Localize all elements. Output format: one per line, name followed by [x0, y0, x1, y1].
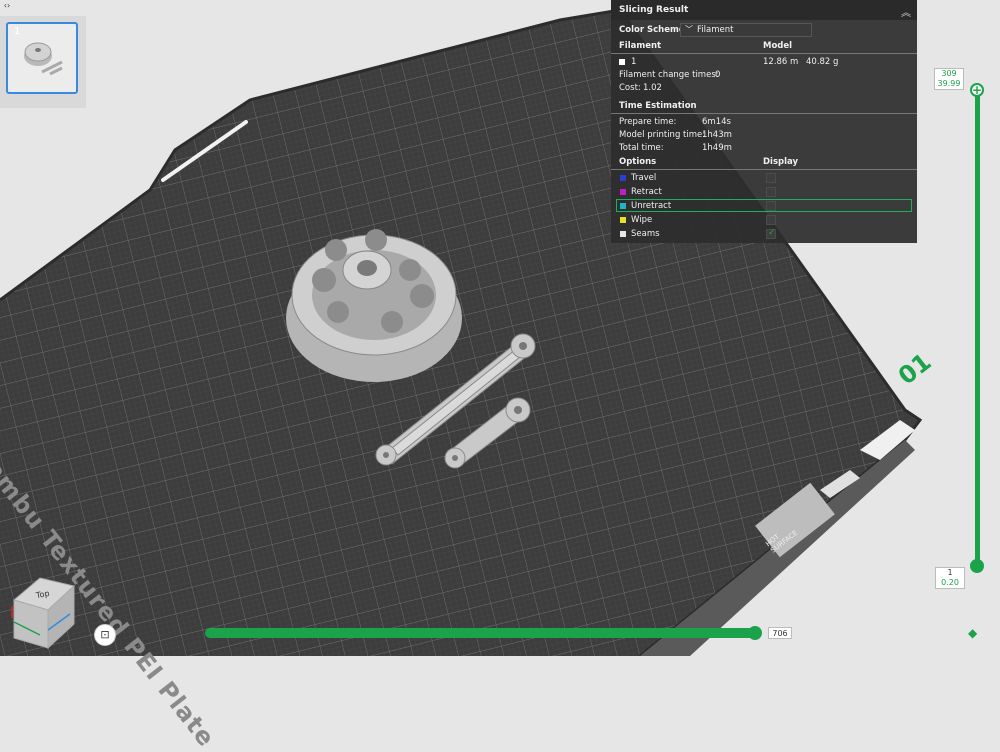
change-times-value: 0 [715, 70, 721, 80]
top-layer-label: 309 39.99 [934, 68, 964, 90]
total-time-label: Total time: [619, 143, 664, 153]
option-retract-checkbox[interactable] [766, 187, 776, 197]
filament-header: Filament [619, 41, 662, 51]
plate-thumbnail[interactable]: 1 [6, 22, 78, 94]
top-layer-number: 309 [941, 69, 957, 78]
divider [611, 53, 917, 54]
layer-slider-track[interactable] [975, 89, 980, 567]
option-travel-checkbox[interactable] [766, 173, 776, 183]
option-unretract-label: Unretract [631, 201, 672, 211]
unretract-color-swatch [620, 203, 626, 209]
bottom-layer-number: 1 [947, 568, 953, 577]
filament-id: 1 [631, 57, 637, 67]
option-wipe-checkbox[interactable] [766, 215, 776, 225]
slicing-result-panel: Slicing Result ︽ Color Scheme ﹀ Filament… [611, 0, 917, 243]
travel-color-swatch [620, 175, 626, 181]
fit-view-icon: ⊡ [100, 628, 110, 641]
display-header: Display [763, 157, 799, 167]
divider [611, 113, 917, 114]
option-retract-label: Retract [631, 187, 662, 197]
layers-icon[interactable]: ◆ [968, 626, 977, 640]
prepare-time-label: Prepare time: [619, 117, 677, 127]
retract-color-swatch [620, 189, 626, 195]
filament-weight: 40.82 g [806, 57, 839, 67]
move-slider-track[interactable] [205, 628, 755, 638]
model-preview-icon [24, 42, 63, 76]
color-scheme-value: Filament [697, 25, 734, 35]
move-slider-handle[interactable] [748, 626, 762, 640]
layer-slider-top-handle[interactable]: + [970, 83, 984, 97]
collapse-panel-icon[interactable]: ︽ [901, 4, 911, 19]
move-slider-value: 706 [768, 627, 792, 639]
checkmark-icon: ✓ [768, 228, 776, 238]
filament-length: 12.86 m [763, 57, 799, 67]
model-header: Model [763, 41, 793, 51]
filament-color-swatch [619, 59, 625, 65]
prepare-time-value: 6m14s [702, 117, 731, 127]
total-time-value: 1h49m [702, 143, 732, 153]
model-time-value: 1h43m [702, 130, 732, 140]
bottom-layer-height: 0.20 [941, 578, 959, 587]
option-unretract-checkbox[interactable] [766, 201, 776, 211]
collapse-sidebar-icon[interactable]: ‹› [1, 1, 13, 11]
top-layer-height: 39.99 [937, 79, 961, 88]
option-travel-label: Travel [631, 173, 657, 183]
wipe-color-swatch [620, 217, 626, 223]
cost-value: 1.02 [643, 83, 662, 93]
option-seams-checkbox[interactable]: ✓ [766, 228, 776, 239]
option-seams-label: Seams [631, 229, 660, 239]
cost-label: Cost: [619, 83, 641, 93]
options-header: Options [619, 157, 657, 167]
time-estimation-header: Time Estimation [619, 101, 697, 111]
color-scheme-label: Color Scheme [619, 25, 685, 35]
change-times-label: Filament change times: [619, 70, 719, 80]
fit-view-button[interactable]: ⊡ [94, 624, 116, 646]
divider [611, 169, 917, 170]
chevron-down-icon: ﹀ [685, 25, 693, 34]
color-scheme-select[interactable]: ﹀ Filament [680, 23, 812, 37]
slicing-result-title: Slicing Result [619, 5, 689, 15]
option-wipe-label: Wipe [631, 215, 653, 225]
layer-slider-bottom-handle[interactable] [970, 559, 984, 573]
model-time-label: Model printing time: [619, 130, 706, 140]
seams-color-swatch [620, 231, 626, 237]
bottom-layer-label: 1 0.20 [935, 567, 965, 589]
